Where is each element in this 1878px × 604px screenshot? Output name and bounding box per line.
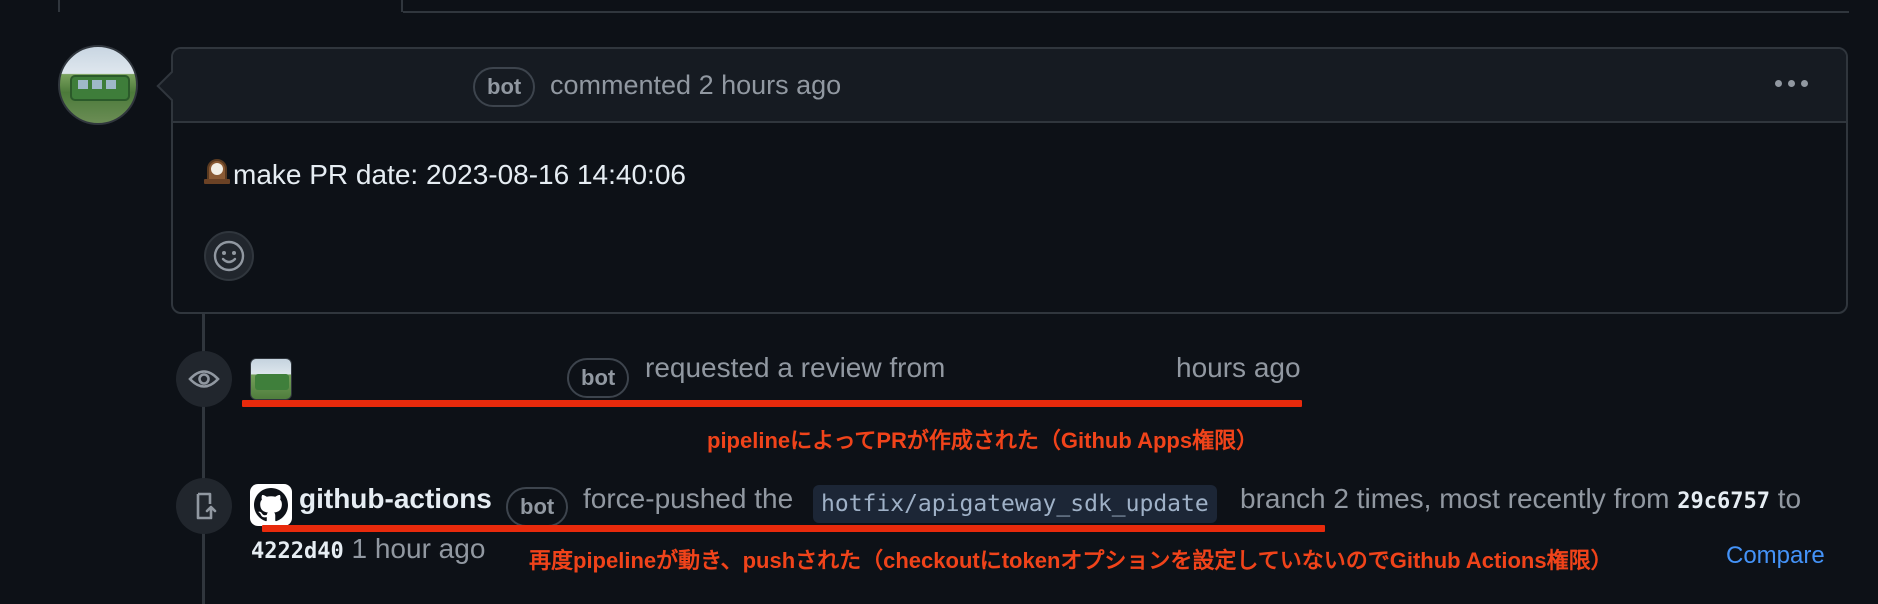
push-event-icon-badge — [176, 478, 232, 534]
bot-badge: bot — [473, 67, 536, 107]
push-second-line: 4222d40 1 hour ago — [251, 533, 485, 565]
eye-icon — [188, 370, 220, 388]
annotation-review: pipelineによってPRが作成された（Github Apps権限） — [707, 428, 1259, 453]
avatar-bus-graphic — [70, 75, 130, 101]
to-word: to — [1777, 483, 1802, 514]
review-event-text: requested a review from — [645, 352, 946, 383]
push-bot-badge: bot — [506, 487, 569, 527]
comment-text: make PR date: 2023-08-16 14:40:06 — [233, 159, 686, 190]
annotation-underline-push — [262, 525, 1325, 532]
github-mark-icon — [254, 488, 288, 522]
comment-card: bot commented 2 hours ago make PR date: … — [171, 47, 1848, 314]
review-bot-badge: bot — [567, 358, 630, 398]
github-actions-avatar[interactable] — [250, 484, 292, 526]
push-text-after: branch 2 times, most recently from 29c67… — [1240, 483, 1801, 515]
from-sha-link[interactable]: 29c6757 — [1677, 489, 1770, 514]
to-sha-link[interactable]: 4222d40 — [251, 539, 344, 564]
avatar-bus-graphic-small — [255, 374, 289, 390]
comment-header: bot commented 2 hours ago — [173, 49, 1846, 123]
commenter-avatar[interactable] — [58, 45, 138, 125]
clock-emoji-icon — [203, 159, 231, 187]
comment-meta[interactable]: commented 2 hours ago — [550, 70, 841, 101]
annotation-underline-review — [242, 400, 1302, 407]
push-text-before: force-pushed the — [583, 483, 794, 514]
add-reaction-button[interactable] — [204, 231, 254, 281]
comment-body: make PR date: 2023-08-16 14:40:06 — [203, 159, 686, 191]
push-time[interactable]: 1 hour ago — [352, 533, 486, 564]
branch-name[interactable]: hotfix/apigateway_sdk_update — [813, 485, 1217, 523]
push-icon — [196, 492, 217, 520]
top-divider — [403, 11, 1849, 13]
push-text-after-label: branch 2 times, most recently from — [1240, 483, 1670, 514]
annotation-push: 再度pipelineが動き、pushされた（checkoutにtokenオプショ… — [529, 548, 1613, 573]
requester-avatar[interactable] — [250, 358, 292, 400]
push-actor-name[interactable]: github-actions — [299, 483, 492, 515]
kebab-icon[interactable] — [1775, 80, 1808, 87]
review-event-icon-badge — [176, 351, 232, 407]
review-event-time[interactable]: hours ago — [1176, 352, 1301, 384]
compare-link[interactable]: Compare — [1726, 542, 1825, 570]
top-tab-fragment — [58, 0, 403, 12]
smiley-icon — [213, 240, 245, 272]
